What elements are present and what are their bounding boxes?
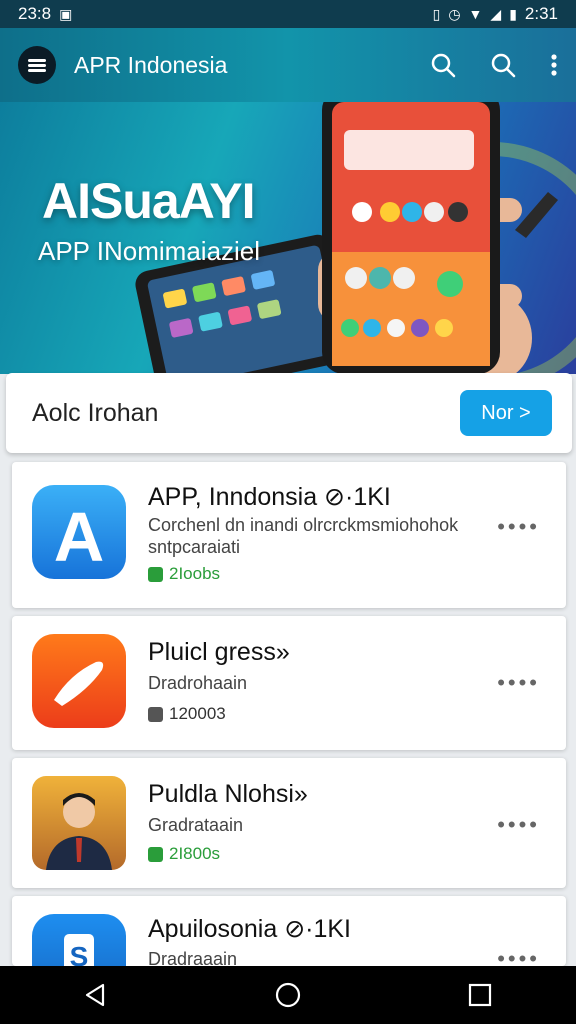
app-meta-value: 120003: [169, 704, 226, 723]
app-name: APP, Inndonsia ⊘·1KI: [148, 483, 391, 511]
app-list-item[interactable]: S Apuilosonia ⊘·1KI Dradraaain ••••: [12, 896, 566, 966]
recents-button[interactable]: [450, 966, 510, 1024]
app-name: Pluicl gress»: [148, 638, 290, 666]
download-icon: [148, 566, 163, 582]
hero-banner[interactable]: AISuaAYI APP INomimaiaziel: [0, 102, 576, 374]
app-list-item[interactable]: Pluicl gress» Dradrohaain 120003 ••••: [12, 616, 566, 750]
system-nav-bar: [0, 966, 576, 1024]
app-meta-value: 2Ioobs: [169, 564, 221, 583]
search-field-text[interactable]: Aolc Irohan: [32, 399, 158, 428]
app-description: Dradraaain: [148, 949, 238, 966]
signal-icon: ◢: [490, 6, 502, 22]
recents-icon: [468, 983, 492, 1007]
search-icon[interactable]: [430, 52, 456, 78]
app-description: Corchenl dn inandi olrcrckmsmiohohok snt…: [148, 515, 459, 557]
back-button[interactable]: [66, 966, 126, 1024]
person-icon: [148, 706, 163, 722]
app-meta: 2I800s: [148, 844, 220, 864]
app-logo-icon: S: [32, 914, 126, 966]
status-bar: 23:8 ▣ ▯ ◷ ▼ ◢ ▮ 2:31: [0, 0, 576, 28]
next-button[interactable]: Nor >: [460, 390, 552, 436]
status-time-left: 23:8: [18, 4, 52, 23]
home-icon: [275, 982, 301, 1008]
app-list-item[interactable]: Puldla Nlohsi» Gradrataain 2I800s ••••: [12, 758, 566, 888]
svg-text:A: A: [54, 498, 105, 576]
hamburger-icon: [28, 57, 46, 74]
home-button[interactable]: [258, 966, 318, 1024]
app-name: Apuilosonia ⊘·1KI: [148, 915, 352, 943]
battery-icon: ▮: [509, 6, 517, 22]
back-icon: [85, 983, 105, 1007]
more-options-button[interactable]: ••••: [497, 670, 540, 696]
hero-subtitle: APP INomimaiaziel: [38, 236, 261, 266]
app-description: Gradrataain: [148, 815, 244, 835]
more-options-button[interactable]: ••••: [497, 946, 540, 966]
wifi-icon: ▼: [468, 6, 483, 22]
app-description: Dradrohaain: [148, 673, 248, 693]
vibrate-icon: ▯: [432, 6, 441, 22]
search-icon-secondary[interactable]: [490, 52, 516, 78]
menu-button[interactable]: [18, 46, 56, 84]
more-vert-icon[interactable]: [550, 52, 558, 78]
app-photo-icon: [32, 776, 126, 870]
app-bar: APR Indonesia: [0, 28, 576, 102]
app-store-icon: A: [32, 485, 126, 579]
svg-text:S: S: [70, 941, 89, 966]
more-options-button[interactable]: ••••: [497, 812, 540, 838]
app-meta-value: 2I800s: [169, 844, 221, 863]
app-logo-icon: [32, 634, 126, 728]
app-list-item[interactable]: A APP, Inndonsia ⊘·1KI Corchenl dn inand…: [12, 462, 566, 608]
more-options-button[interactable]: ••••: [497, 514, 540, 540]
status-time-right: 2:31: [524, 4, 558, 23]
app-meta: 120003: [148, 704, 226, 724]
search-card[interactable]: Aolc Irohan Nor >: [6, 373, 572, 453]
app-meta: 2Ioobs: [148, 564, 220, 584]
app-name: Puldla Nlohsi»: [148, 780, 308, 808]
hero-title: AISuaAYI: [42, 173, 255, 229]
download-icon: [148, 846, 163, 862]
alarm-icon: ◷: [448, 6, 461, 22]
notification-icon: ▣: [59, 6, 73, 22]
app-title: APR Indonesia: [74, 51, 228, 78]
